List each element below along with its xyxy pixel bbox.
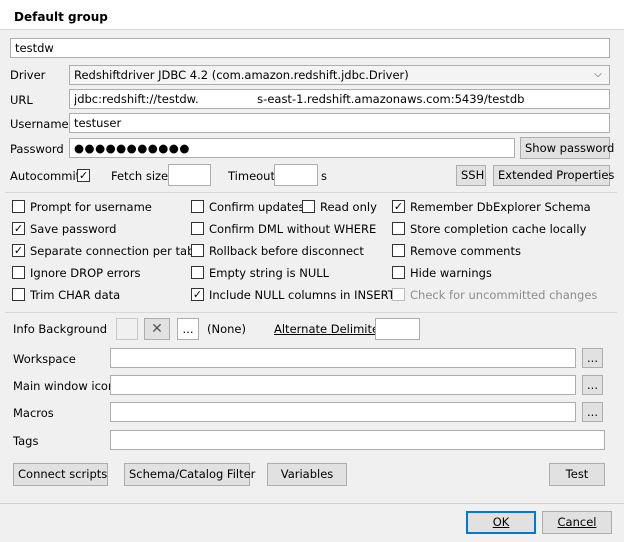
chevron-down-icon[interactable]: ⌵ [591, 67, 605, 83]
close-icon[interactable]: ✕ [144, 318, 170, 340]
schema-filter-button[interactable]: Schema/Catalog Filter [124, 463, 255, 486]
extended-properties-button[interactable]: Extended Properties [493, 165, 614, 186]
driver-label: Driver [10, 68, 46, 82]
hide-warnings-checkbox[interactable] [392, 266, 405, 279]
timeout-input[interactable] [274, 164, 318, 186]
workspace-input[interactable] [110, 348, 576, 368]
prompt-username-checkbox[interactable] [12, 200, 25, 213]
test-button[interactable]: Test [549, 463, 605, 486]
password-label: Password [10, 142, 64, 156]
rollback-checkbox[interactable] [191, 244, 204, 257]
ok-button[interactable]: OK [466, 511, 536, 534]
driver-value: Redshiftdriver JDBC 4.2 (com.amazon.reds… [74, 68, 409, 82]
store-cache-checkbox[interactable] [392, 222, 405, 235]
workspace-label: Workspace [13, 352, 76, 366]
cancel-button[interactable]: Cancel [542, 511, 612, 534]
check-uncommitted-checkbox [392, 288, 405, 301]
main-window-icon-input[interactable] [110, 375, 576, 395]
driver-select[interactable]: Redshiftdriver JDBC 4.2 (com.amazon.reds… [69, 65, 610, 85]
empty-null-checkbox[interactable] [191, 266, 204, 279]
remove-comments-checkbox[interactable] [392, 244, 405, 257]
separate-connection-checkbox[interactable] [12, 244, 25, 257]
main-window-icon-browse-button[interactable]: ... [582, 375, 603, 395]
fetch-size-input[interactable] [168, 164, 211, 186]
group-title: Default group [14, 10, 108, 24]
url-input[interactable] [69, 89, 610, 109]
alternate-delimiter-input[interactable] [375, 318, 420, 340]
autocommit-checkbox[interactable] [77, 169, 90, 182]
tags-input[interactable] [110, 430, 605, 450]
trim-char-checkbox[interactable] [12, 288, 25, 301]
alternate-delimiter-label[interactable]: Alternate Delimiter [274, 321, 384, 337]
username-input[interactable] [69, 113, 610, 133]
remember-schema-checkbox[interactable] [392, 200, 405, 213]
url-label: URL [10, 93, 33, 107]
macros-label: Macros [13, 406, 54, 420]
include-null-checkbox[interactable] [191, 288, 204, 301]
autocommit-label: Autocommit [10, 169, 81, 183]
connect-scripts-button[interactable]: Connect scripts [13, 463, 108, 486]
timeout-label: Timeout [228, 169, 275, 183]
main-window-icon-label: Main window icon [13, 379, 116, 393]
separator [5, 312, 617, 313]
macros-input[interactable] [110, 402, 576, 422]
color-swatch[interactable] [116, 318, 138, 340]
confirm-updates-checkbox[interactable] [191, 200, 204, 213]
workspace-browse-button[interactable]: ... [582, 348, 603, 368]
save-password-checkbox[interactable] [12, 222, 25, 235]
separator [5, 192, 617, 193]
variables-button[interactable]: Variables [267, 463, 347, 486]
fetch-size-label: Fetch size [111, 169, 169, 183]
macros-browse-button[interactable]: ... [582, 402, 603, 422]
confirm-dml-checkbox[interactable] [191, 222, 204, 235]
ssh-button[interactable]: SSH [456, 165, 486, 186]
password-input[interactable]: ●●●●●●●●●●● [69, 138, 515, 158]
ignore-drop-checkbox[interactable] [12, 266, 25, 279]
timeout-unit: s [321, 169, 327, 183]
tags-label: Tags [13, 434, 39, 448]
show-password-button[interactable]: Show password [520, 137, 614, 159]
info-background-label: Info Background [13, 322, 108, 336]
color-browse-button[interactable]: ... [177, 318, 199, 340]
read-only-checkbox[interactable] [302, 200, 315, 213]
profile-name-input[interactable] [10, 38, 610, 58]
username-label: Username [10, 117, 69, 131]
info-background-value: (None) [207, 322, 246, 336]
